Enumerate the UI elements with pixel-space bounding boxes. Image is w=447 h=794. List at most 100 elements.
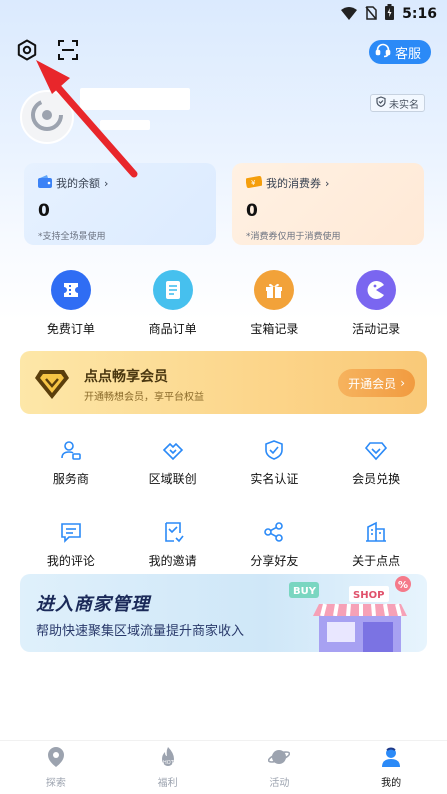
merchant-banner-title: 进入商家管理 bbox=[36, 594, 150, 615]
bottom-tab-bar: 探索 HOT 福利 活动 我的 bbox=[0, 740, 447, 794]
shop-art-shop: SHOP bbox=[353, 590, 384, 601]
vip-title: 点点畅享会员 bbox=[84, 369, 168, 385]
location-pin-icon bbox=[46, 746, 66, 772]
tab-explore[interactable]: 探索 bbox=[0, 741, 112, 794]
headset-icon bbox=[375, 42, 391, 62]
service-label: 我的评论 bbox=[46, 554, 95, 568]
service-provider-item[interactable]: 服务商 bbox=[20, 438, 122, 500]
gear-icon bbox=[16, 39, 38, 65]
hot-flame-icon: HOT bbox=[158, 746, 178, 772]
regional-partner-item[interactable]: 区域联创 bbox=[122, 438, 224, 500]
vip-banner[interactable]: 点点畅享会员 开通畅想会员，享平台权益 开通会员 › bbox=[20, 351, 427, 414]
shield-icon bbox=[376, 96, 386, 110]
tab-welfare[interactable]: HOT 福利 bbox=[112, 741, 224, 794]
open-membership-button[interactable]: 开通会员 › bbox=[338, 369, 415, 397]
tab-label: 我的 bbox=[381, 778, 402, 789]
svg-text:¥: ¥ bbox=[251, 179, 256, 187]
quick-action-product-orders[interactable]: 商品订单 bbox=[122, 270, 224, 340]
status-time: 5:16 bbox=[402, 6, 437, 22]
svg-text:HOT: HOT bbox=[163, 760, 175, 766]
quick-action-treasure-records[interactable]: 宝箱记录 bbox=[224, 270, 326, 340]
service-label: 服务商 bbox=[52, 472, 89, 486]
balance-title: 我的余额 bbox=[56, 177, 100, 190]
customer-service-button[interactable]: 客服 bbox=[368, 40, 431, 64]
settings-button[interactable] bbox=[15, 39, 39, 65]
quick-action-label: 商品订单 bbox=[148, 322, 197, 336]
comment-icon bbox=[59, 520, 83, 544]
top-bar: 客服 bbox=[0, 38, 447, 66]
coupon-note: *消费券仅用于消费使用 bbox=[246, 232, 341, 242]
profile-icon bbox=[381, 746, 401, 772]
quick-action-activity-records[interactable]: 活动记录 bbox=[325, 270, 427, 340]
quick-action-label: 活动记录 bbox=[352, 322, 401, 336]
verification-badge-label: 未实名 bbox=[389, 99, 419, 111]
status-bar: 5:16 bbox=[0, 0, 447, 26]
service-label: 分享好友 bbox=[250, 554, 299, 568]
merchant-banner-subtitle: 帮助快速聚集区域流量提升商家收入 bbox=[36, 624, 245, 639]
about-item[interactable]: 关于点点 bbox=[325, 520, 427, 582]
shop-art-badge: % bbox=[398, 580, 408, 591]
diamond-icon bbox=[364, 438, 388, 462]
quick-action-label: 免费订单 bbox=[46, 322, 95, 336]
my-invitations-item[interactable]: 我的邀请 bbox=[122, 520, 224, 582]
quick-action-label: 宝箱记录 bbox=[250, 322, 299, 336]
avatar-placeholder-icon bbox=[30, 98, 64, 136]
customer-service-label: 客服 bbox=[394, 46, 421, 62]
tab-label: 福利 bbox=[157, 778, 178, 789]
balance-note: *支持全场景使用 bbox=[38, 232, 106, 242]
service-label: 会员兑换 bbox=[352, 472, 401, 486]
coupon-card-title: ¥ 我的消费券 › bbox=[245, 175, 410, 191]
merchant-management-banner[interactable]: 进入商家管理 帮助快速聚集区域流量提升商家收入 BUY SHOP % bbox=[20, 574, 427, 652]
shop-art-buy: BUY bbox=[293, 586, 317, 597]
open-membership-label: 开通会员 bbox=[348, 376, 397, 391]
tab-label: 活动 bbox=[269, 778, 290, 789]
service-label: 实名认证 bbox=[250, 472, 299, 486]
planet-icon bbox=[268, 746, 291, 772]
profile-header: 未实名 bbox=[0, 86, 447, 156]
service-grid-row: 我的评论 我的邀请 分享好友 关于点点 bbox=[20, 520, 427, 582]
quick-action-free-orders[interactable]: 免费订单 bbox=[20, 270, 122, 340]
balance-card[interactable]: 我的余额 › 0 *支持全场景使用 bbox=[24, 163, 216, 245]
coupon-title: 我的消费券 bbox=[266, 177, 321, 190]
no-sim-icon bbox=[365, 5, 377, 24]
gift-box-icon bbox=[254, 270, 295, 310]
service-label: 我的邀请 bbox=[148, 554, 197, 568]
username-redacted bbox=[80, 88, 190, 110]
my-comments-item[interactable]: 我的评论 bbox=[20, 520, 122, 582]
order-list-icon bbox=[152, 270, 193, 310]
wallet-icon bbox=[38, 175, 52, 191]
service-label: 区域联创 bbox=[148, 472, 197, 486]
coupon-value: 0 bbox=[246, 201, 258, 221]
user-id-redacted bbox=[100, 120, 150, 130]
vip-diamond-logo bbox=[34, 366, 70, 404]
pacman-icon bbox=[356, 270, 397, 310]
member-redeem-item[interactable]: 会员兑换 bbox=[325, 438, 427, 500]
coupon-icon: ¥ bbox=[245, 175, 263, 191]
tab-mine[interactable]: 我的 bbox=[335, 741, 447, 794]
coupon-card[interactable]: ¥ 我的消费券 › 0 *消费券仅用于消费使用 bbox=[232, 163, 424, 245]
scan-icon bbox=[58, 40, 78, 64]
vip-subtitle: 开通畅想会员，享平台权益 bbox=[84, 392, 204, 403]
service-grid-row: 服务商 区域联创 实名认证 会员兑换 bbox=[20, 438, 427, 500]
ticket-icon bbox=[50, 270, 91, 310]
person-card-icon bbox=[59, 438, 83, 462]
shield-check-icon bbox=[262, 438, 286, 462]
wifi-icon bbox=[341, 5, 358, 24]
building-icon bbox=[364, 520, 388, 544]
verification-badge[interactable]: 未实名 bbox=[370, 94, 425, 112]
avatar[interactable] bbox=[20, 90, 74, 144]
quick-actions: 免费订单 商品订单 宝箱记录 活动记录 bbox=[20, 270, 427, 340]
real-name-verification-item[interactable]: 实名认证 bbox=[224, 438, 326, 500]
scan-button[interactable] bbox=[56, 40, 80, 64]
battery-icon bbox=[385, 4, 395, 24]
status-icons: 5:16 bbox=[341, 4, 437, 24]
tab-activity[interactable]: 活动 bbox=[224, 741, 336, 794]
service-label: 关于点点 bbox=[352, 554, 401, 568]
share-icon bbox=[262, 520, 286, 544]
balance-value: 0 bbox=[38, 201, 50, 221]
chevron-right-icon: › bbox=[104, 176, 109, 190]
share-friends-item[interactable]: 分享好友 bbox=[224, 520, 326, 582]
invite-icon bbox=[161, 520, 185, 544]
chevron-right-icon: › bbox=[325, 176, 330, 190]
handshake-icon bbox=[161, 438, 185, 462]
